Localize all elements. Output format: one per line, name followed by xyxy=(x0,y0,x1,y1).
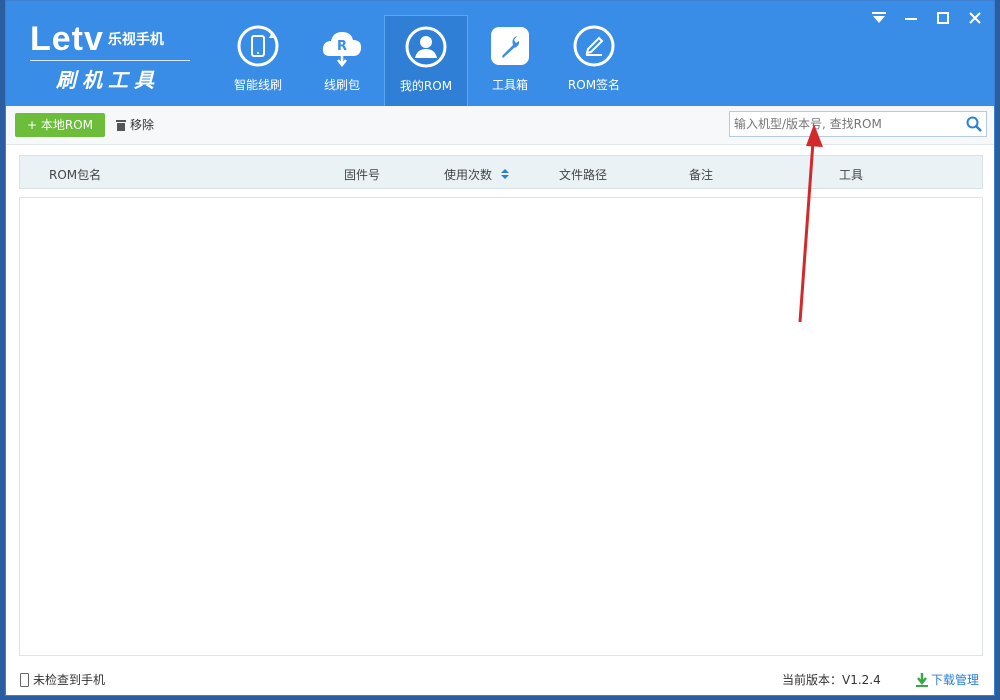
nav-flash-package[interactable]: R 线刷包 xyxy=(300,15,384,106)
col-file-path[interactable]: 文件路径 xyxy=(559,166,607,183)
close-icon[interactable] xyxy=(966,9,984,27)
col-use-count-label: 使用次数 xyxy=(444,168,493,182)
phone-status: 未检查到手机 xyxy=(20,671,105,688)
phone-icon xyxy=(20,672,29,687)
window-controls xyxy=(870,9,984,27)
logo-tool-title: 刷机工具 xyxy=(56,68,160,92)
logo-brand-sub: 乐视手机 xyxy=(107,32,164,48)
nav-flash-package-label: 线刷包 xyxy=(323,78,360,92)
toolbar: + 本地ROM 移除 xyxy=(6,106,994,145)
nav-smart-flash[interactable]: 智能线刷 xyxy=(216,15,300,106)
cloud-download-icon: R xyxy=(322,32,362,68)
minimize-icon[interactable] xyxy=(902,9,920,27)
search-input[interactable] xyxy=(730,112,964,136)
rom-table-body xyxy=(19,197,983,656)
pen-icon xyxy=(573,25,615,67)
maximize-icon[interactable] xyxy=(934,9,952,27)
col-rom-name[interactable]: ROM包名 xyxy=(49,166,101,183)
app-window: Letv 乐视手机 刷机工具 智能线刷 R 线刷包 我的ROM 工具箱 ROM签… xyxy=(5,0,995,696)
sort-icon xyxy=(500,169,509,179)
search-icon[interactable] xyxy=(966,116,982,132)
wrench-icon xyxy=(491,27,529,65)
nav-toolbox[interactable]: 工具箱 xyxy=(468,15,552,106)
table-header: ROM包名 固件号 使用次数 文件路径 备注 工具 xyxy=(19,155,983,189)
status-bar: 未检查到手机 当前版本：V1.2.4 下载管理 xyxy=(6,665,994,695)
logo-brand: Letv xyxy=(30,20,104,58)
col-firmware[interactable]: 固件号 xyxy=(344,166,380,183)
nav-my-rom[interactable]: 我的ROM xyxy=(384,15,468,106)
download-manager-link[interactable]: 下载管理 xyxy=(916,671,979,688)
app-logo: Letv 乐视手机 刷机工具 xyxy=(30,21,200,93)
remove-button-label: 移除 xyxy=(130,118,155,132)
phone-refresh-icon xyxy=(237,25,279,67)
menu-icon[interactable] xyxy=(870,9,888,27)
download-manager-label: 下载管理 xyxy=(931,673,980,687)
remove-button[interactable]: 移除 xyxy=(115,113,154,137)
user-icon xyxy=(405,26,447,68)
nav-smart-flash-label: 智能线刷 xyxy=(233,78,282,92)
version-text: 当前版本：V1.2.4 xyxy=(782,673,881,687)
svg-text:R: R xyxy=(337,39,347,54)
main-nav: 智能线刷 R 线刷包 我的ROM 工具箱 ROM签名 xyxy=(216,15,636,106)
nav-rom-sign-label: ROM签名 xyxy=(567,78,621,92)
add-local-rom-button[interactable]: + 本地ROM xyxy=(15,113,105,137)
nav-toolbox-label: 工具箱 xyxy=(491,78,528,92)
phone-status-text: 未检查到手机 xyxy=(33,673,106,687)
nav-rom-sign[interactable]: ROM签名 xyxy=(552,15,636,106)
logo-divider xyxy=(30,60,190,61)
col-use-count[interactable]: 使用次数 xyxy=(444,166,510,183)
search-box xyxy=(729,111,987,137)
header-bar: Letv 乐视手机 刷机工具 智能线刷 R 线刷包 我的ROM 工具箱 ROM签… xyxy=(6,1,994,106)
trash-icon xyxy=(116,120,126,131)
col-notes[interactable]: 备注 xyxy=(689,166,713,183)
nav-my-rom-label: 我的ROM xyxy=(399,79,453,93)
col-tools[interactable]: 工具 xyxy=(839,166,863,183)
download-icon xyxy=(916,672,928,687)
